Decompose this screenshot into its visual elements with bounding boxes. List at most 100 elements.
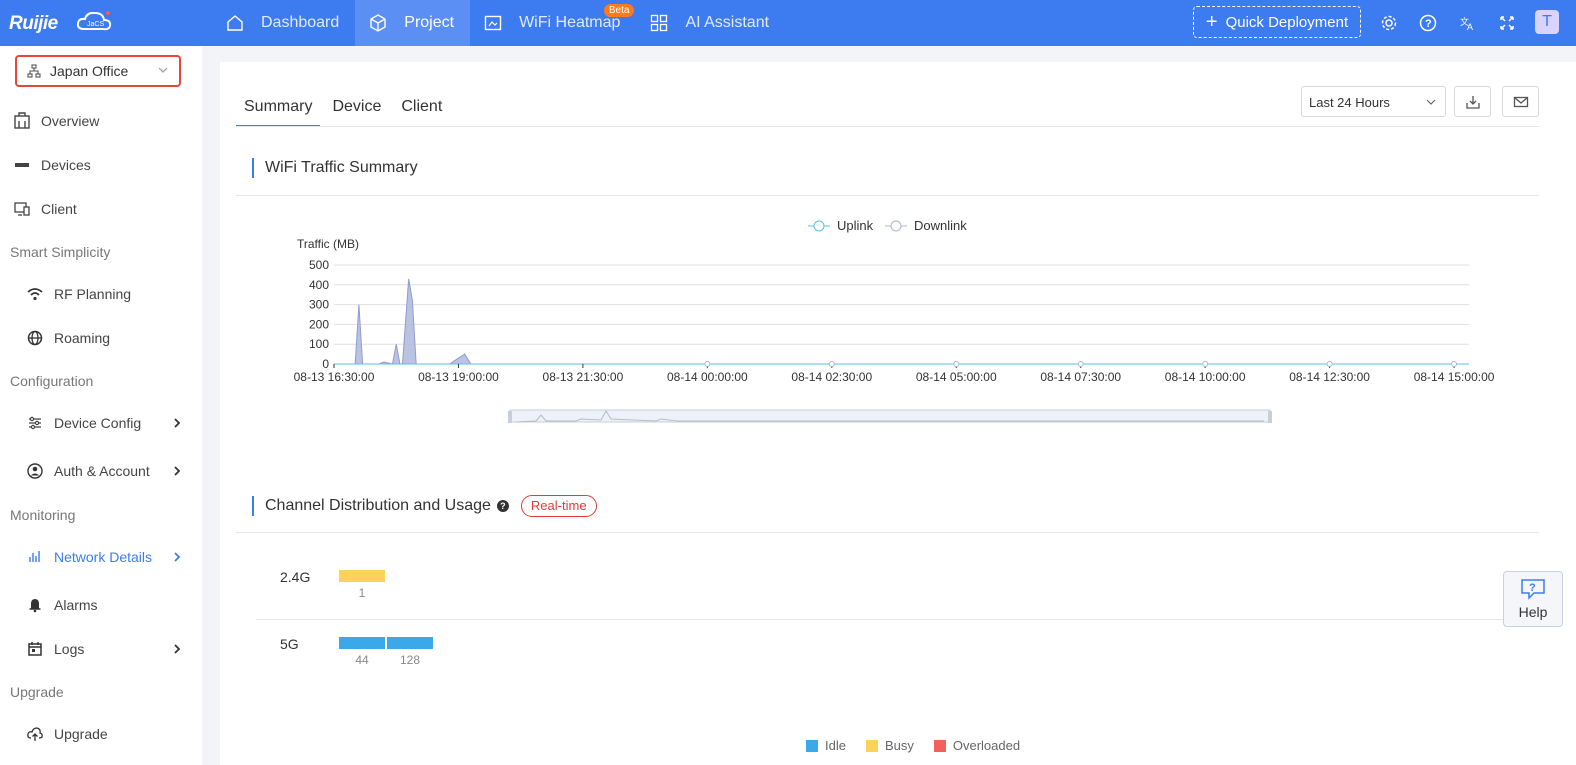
sidebar-item-logs[interactable]: Logs	[0, 634, 202, 664]
sidebar-item-rf-planning[interactable]: RF Planning	[0, 279, 202, 309]
chevron-down-icon	[158, 67, 168, 73]
cloud-logo-icon: JaCS	[76, 11, 112, 31]
sidebar-item-alarms[interactable]: Alarms	[0, 590, 202, 620]
x-tick-label: 08-14 02:30:00	[791, 370, 872, 384]
bar-chart-icon	[25, 547, 45, 567]
help-chat-icon: ?	[1521, 579, 1545, 600]
info-question-icon[interactable]: ?	[496, 500, 509, 512]
svg-text:?: ?	[1529, 582, 1536, 594]
y-tick-label: 500	[309, 258, 329, 272]
settings-gear-icon[interactable]	[1378, 12, 1400, 34]
chevron-right-icon	[174, 466, 181, 476]
site-selector[interactable]: Japan Office	[15, 55, 181, 87]
channel-section-title: Channel Distribution and Usage ? Real-ti…	[252, 495, 597, 517]
legend-uplink[interactable]: Uplink	[808, 218, 874, 233]
realtime-badge: Real-time	[520, 495, 597, 517]
traffic-section-title: WiFi Traffic Summary	[252, 158, 418, 178]
y-tick-label: 0	[322, 357, 329, 371]
main-content: Summary Device Client Last 24 Hours WiFi…	[220, 62, 1576, 765]
chevron-down-icon	[1426, 99, 1436, 105]
nav-ai-assistant[interactable]: AI Assistant	[636, 0, 785, 46]
sidebar-item-roaming[interactable]: Roaming	[0, 323, 202, 353]
channel-bar[interactable]	[339, 637, 385, 649]
sidebar-item-network-details[interactable]: Network Details	[0, 542, 202, 572]
group-smart-simplicity: Smart Simplicity	[10, 244, 111, 260]
sliders-icon	[25, 413, 45, 433]
x-tick-label: 08-14 05:00:00	[916, 370, 997, 384]
data-point	[704, 361, 711, 367]
nav-dashboard[interactable]: Dashboard	[212, 0, 355, 46]
channel-bar[interactable]	[387, 637, 433, 649]
client-monitor-icon	[12, 199, 32, 219]
wifi-icon	[25, 284, 45, 304]
sidebar-item-upgrade[interactable]: Upgrade	[0, 719, 202, 749]
main-nav: Dashboard Project WiFi Heatmap Beta AI A…	[212, 0, 785, 46]
chevron-right-icon	[174, 644, 181, 654]
cube-icon	[370, 14, 386, 32]
legend-downlink[interactable]: Downlink	[885, 218, 967, 233]
device-switch-icon	[12, 155, 32, 175]
sidebar-item-device-config[interactable]: Device Config	[0, 408, 202, 438]
y-axis-label: Traffic (MB)	[297, 237, 359, 251]
tab-client[interactable]: Client	[393, 92, 450, 127]
y-tick-label: 100	[309, 337, 329, 351]
y-tick-label: 200	[309, 317, 329, 331]
sidebar-item-overview[interactable]: Overview	[0, 106, 202, 136]
chart-series	[334, 278, 1469, 365]
band-divider	[256, 619, 1539, 620]
chevron-right-icon	[174, 552, 181, 562]
x-tick-label: 08-14 12:30:00	[1289, 370, 1370, 384]
quick-deployment-button[interactable]: + Quick Deployment	[1193, 6, 1361, 38]
top-bar: Ruijie JaCS Dashboard Project WiFi Heatm…	[0, 0, 1576, 46]
channel-legend: Idle Busy Overloaded	[806, 738, 1040, 753]
legend-overloaded[interactable]: Overloaded	[933, 738, 1020, 753]
series-downlink	[334, 278, 1469, 365]
sidebar-item-client[interactable]: Client	[0, 194, 202, 224]
user-circle-icon	[25, 461, 45, 481]
zoom-handle-left[interactable]	[508, 411, 512, 423]
sidebar-item-auth-account[interactable]: Auth & Account	[0, 456, 202, 486]
legend-idle[interactable]: Idle	[806, 738, 846, 753]
tabs-divider	[236, 126, 1539, 127]
legend-busy[interactable]: Busy	[865, 738, 914, 753]
zoom-handle-right[interactable]	[1268, 411, 1272, 423]
sidebar-item-devices[interactable]: Devices	[0, 150, 202, 180]
data-point	[1077, 361, 1084, 367]
time-range-select[interactable]: Last 24 Hours	[1301, 86, 1446, 117]
nav-wifi-heatmap[interactable]: WiFi Heatmap Beta	[470, 0, 636, 46]
zoom-slider[interactable]	[508, 409, 1272, 423]
svg-text:JaCS: JaCS	[87, 21, 104, 28]
export-download-button[interactable]	[1454, 86, 1491, 117]
y-tick-label: 400	[309, 278, 329, 292]
band-label-2g: 2.4G	[280, 569, 311, 585]
data-point	[1451, 361, 1458, 367]
mail-icon	[1513, 96, 1528, 107]
download-icon	[1465, 95, 1480, 109]
x-tick-label: 08-14 15:00:00	[1414, 370, 1495, 384]
legend-downlink-label: Downlink	[914, 218, 967, 233]
dashboard-icon	[227, 15, 243, 31]
data-point	[828, 361, 835, 367]
svg-text:A: A	[1467, 22, 1473, 32]
traffic-chart[interactable]: Uplink Downlink Traffic (MB) 0 100 200 300 4…	[236, 212, 1539, 442]
help-circle-icon[interactable]: ?	[1417, 12, 1439, 34]
data-point	[953, 361, 960, 367]
fullscreen-icon[interactable]	[1496, 12, 1518, 34]
tab-device[interactable]: Device	[324, 92, 389, 127]
help-button[interactable]: ? Help	[1503, 571, 1563, 627]
plus-icon: +	[1205, 11, 1218, 33]
globe-icon	[25, 328, 45, 348]
email-report-button[interactable]	[1502, 86, 1539, 117]
language-translate-icon[interactable]: 文A	[1457, 12, 1479, 34]
ruijie-logo[interactable]: Ruijie JaCS	[8, 6, 113, 38]
channel-bar[interactable]	[339, 570, 385, 582]
user-avatar[interactable]: T	[1535, 10, 1559, 34]
x-tick-label: 08-14 00:00:00	[667, 370, 748, 384]
legend-uplink-label: Uplink	[837, 218, 874, 233]
tab-summary[interactable]: Summary	[236, 92, 321, 127]
calendar-icon	[25, 639, 45, 659]
nav-project[interactable]: Project	[355, 0, 471, 46]
section-divider	[236, 195, 1539, 196]
channel-number: 1	[358, 586, 366, 600]
data-point	[1202, 361, 1209, 367]
